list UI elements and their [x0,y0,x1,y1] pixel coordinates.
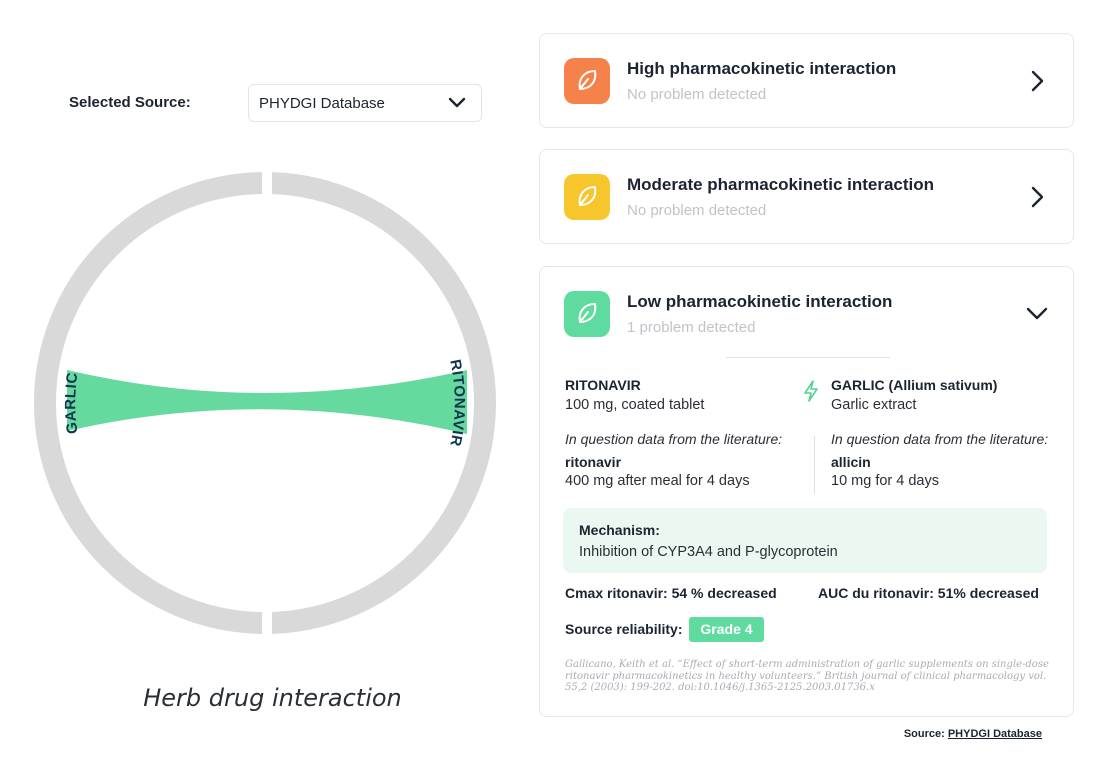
mechanism-title: Mechanism: [579,522,660,538]
chord-diagram-svg: GARLIC RITONAVIR [34,168,496,638]
drug-literature-label: In question data from the literature: [565,431,783,447]
drug-column: RITONAVIR 100 mg, coated tablet In quest… [565,377,805,489]
leaf-icon [564,174,610,220]
drug-literature-name: ritonavir [565,454,622,470]
chord-diagram: GARLIC RITONAVIR [30,168,500,638]
lightning-icon [804,380,818,402]
card-status-low: 1 problem detected [627,319,756,336]
source-selector-row: Selected Source: PHYDGI Database [69,84,482,122]
chord-caption: Herb drug interaction [143,684,402,712]
card-status-high: No problem detected [627,86,767,103]
auc-stat: AUC du ritonavir: 51% decreased [818,585,1039,601]
herb-name: GARLIC (Allium sativum) [831,377,998,393]
column-divider [814,436,815,494]
drug-dosage: 100 mg, coated tablet [565,397,705,413]
reliability-label: Source reliability: [565,621,683,637]
interaction-card-low: Low pharmacokinetic interaction 1 proble… [539,266,1074,717]
grade-badge: Grade 4 [689,617,764,642]
chevron-down-icon [448,97,466,108]
footer-source: Source: PHYDGI Database [904,728,1042,740]
mechanism-text: Inhibition of CYP3A4 and P-glycoprotein [579,544,838,560]
chord-label-garlic: GARLIC [62,371,81,435]
herb-form: Garlic extract [831,397,917,413]
badge-low [564,291,610,337]
card-title-high: High pharmacokinetic interaction [627,59,897,78]
herb-literature-label: In question data from the literature: [831,431,1049,447]
badge-high [564,58,610,104]
leaf-icon [564,58,610,104]
cmax-stat: Cmax ritonavir: 54 % decreased [565,585,777,601]
drug-name: RITONAVIR [565,377,641,393]
chevron-right-icon[interactable] [1027,185,1047,209]
mechanism-box: Mechanism: Inhibition of CYP3A4 and P-gl… [563,508,1047,573]
section-divider [726,357,890,358]
herb-column: GARLIC (Allium sativum) Garlic extract I… [831,377,1071,489]
herb-literature-name: allicin [831,454,871,470]
interaction-card-moderate[interactable]: Moderate pharmacokinetic interaction No … [539,149,1074,244]
citation: Gallicano, Keith et al. “Effect of short… [565,659,1049,693]
drug-literature-dosage: 400 mg after meal for 4 days [565,473,750,489]
interaction-card-high[interactable]: High pharmacokinetic interaction No prob… [539,33,1074,128]
card-title-moderate: Moderate pharmacokinetic interaction [627,175,935,194]
chevron-down-icon[interactable] [1025,303,1049,323]
leaf-icon [564,291,610,337]
herb-literature-dosage: 10 mg for 4 days [831,473,939,489]
chevron-right-icon[interactable] [1027,69,1047,93]
card-status-moderate: No problem detected [627,202,767,219]
source-label: Selected Source: [69,94,191,111]
interaction-ribbon [67,370,467,434]
footer-source-link[interactable]: PHYDGI Database [948,728,1042,740]
footer-source-prefix: Source: [903,728,945,740]
card-title-low: Low pharmacokinetic interaction [627,292,893,311]
source-dropdown-value: PHYDGI Database [259,95,385,112]
source-dropdown[interactable]: PHYDGI Database [248,84,482,122]
badge-moderate [564,174,610,220]
